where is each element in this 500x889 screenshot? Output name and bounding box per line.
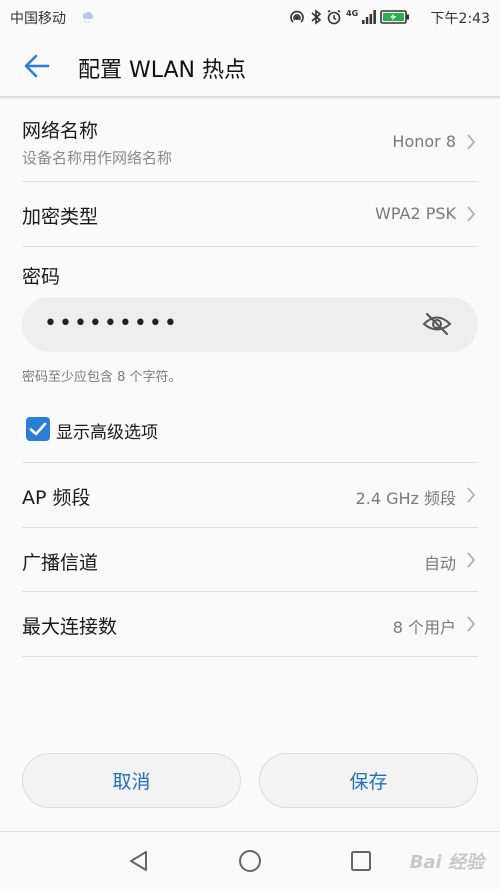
- chevron-right-icon: [467, 616, 476, 632]
- divider: [22, 246, 478, 247]
- network-name-row[interactable]: 网络名称 设备名称用作网络名称 Honor 8: [22, 108, 478, 180]
- max-connections-label: 最大连接数: [22, 616, 118, 638]
- chevron-right-icon: [467, 206, 476, 222]
- password-value: •••••••••: [44, 311, 179, 336]
- chevron-right-icon: [467, 552, 476, 568]
- home-circle-icon[interactable]: [235, 846, 265, 876]
- password-hint: 密码至少应包含 8 个字符。: [22, 370, 182, 385]
- weather-snow-icon: [82, 11, 94, 23]
- encryption-type-label: 加密类型: [22, 206, 99, 228]
- password-field[interactable]: •••••••••: [22, 297, 478, 352]
- divider: [22, 656, 478, 657]
- broadcast-channel-row[interactable]: 广播信道 自动: [22, 528, 478, 592]
- broadcast-channel-label: 广播信道: [22, 552, 99, 574]
- broadcast-channel-value: 自动: [423, 554, 456, 573]
- carrier-name: 中国移动: [10, 11, 66, 27]
- back-triangle-icon[interactable]: [124, 846, 154, 876]
- ap-band-row[interactable]: AP 频段 2.4 GHz 频段: [22, 463, 478, 527]
- alarm-icon: [327, 9, 341, 25]
- hotspot-icon: [290, 10, 304, 23]
- chevron-right-icon: [467, 134, 476, 150]
- show-advanced-label[interactable]: 显示高级选项: [56, 418, 158, 443]
- save-button[interactable]: 保存: [259, 753, 478, 808]
- ap-band-label: AP 频段: [22, 487, 91, 509]
- ap-band-value: 2.4 GHz 频段: [355, 489, 456, 508]
- network-type-label: 4G: [346, 9, 359, 18]
- network-name-label: 网络名称: [22, 120, 99, 142]
- show-advanced-checkbox[interactable]: [26, 417, 50, 441]
- password-label: 密码: [22, 266, 61, 288]
- chevron-right-icon: [467, 487, 476, 503]
- network-name-sublabel: 设备名称用作网络名称: [22, 149, 173, 167]
- bluetooth-icon: [311, 9, 322, 25]
- network-name-value: Honor 8: [392, 132, 456, 151]
- back-arrow-icon[interactable]: [18, 48, 58, 84]
- cancel-button[interactable]: 取消: [22, 753, 241, 808]
- header-divider: [0, 96, 500, 100]
- signal-strength-icon: [362, 10, 377, 24]
- max-connections-row[interactable]: 最大连接数 8 个用户: [22, 592, 478, 656]
- battery-charging-icon: [380, 10, 410, 24]
- recents-square-icon[interactable]: [346, 846, 376, 876]
- encryption-type-value: WPA2 PSK: [375, 204, 456, 223]
- navigation-bar: Bai 经验: [0, 831, 500, 889]
- checkmark-icon: [29, 422, 47, 436]
- eye-slash-icon[interactable]: [422, 311, 452, 337]
- encryption-type-row[interactable]: 加密类型 WPA2 PSK: [22, 182, 478, 246]
- max-connections-value: 8 个用户: [392, 618, 456, 637]
- page-title: 配置 WLAN 热点: [78, 58, 247, 83]
- header: 配置 WLAN 热点: [0, 34, 500, 98]
- status-bar: 中国移动 4G 下午2:43: [0, 0, 500, 34]
- status-time: 下午2:43: [430, 11, 490, 27]
- baidu-watermark: Bai 经验: [409, 852, 484, 873]
